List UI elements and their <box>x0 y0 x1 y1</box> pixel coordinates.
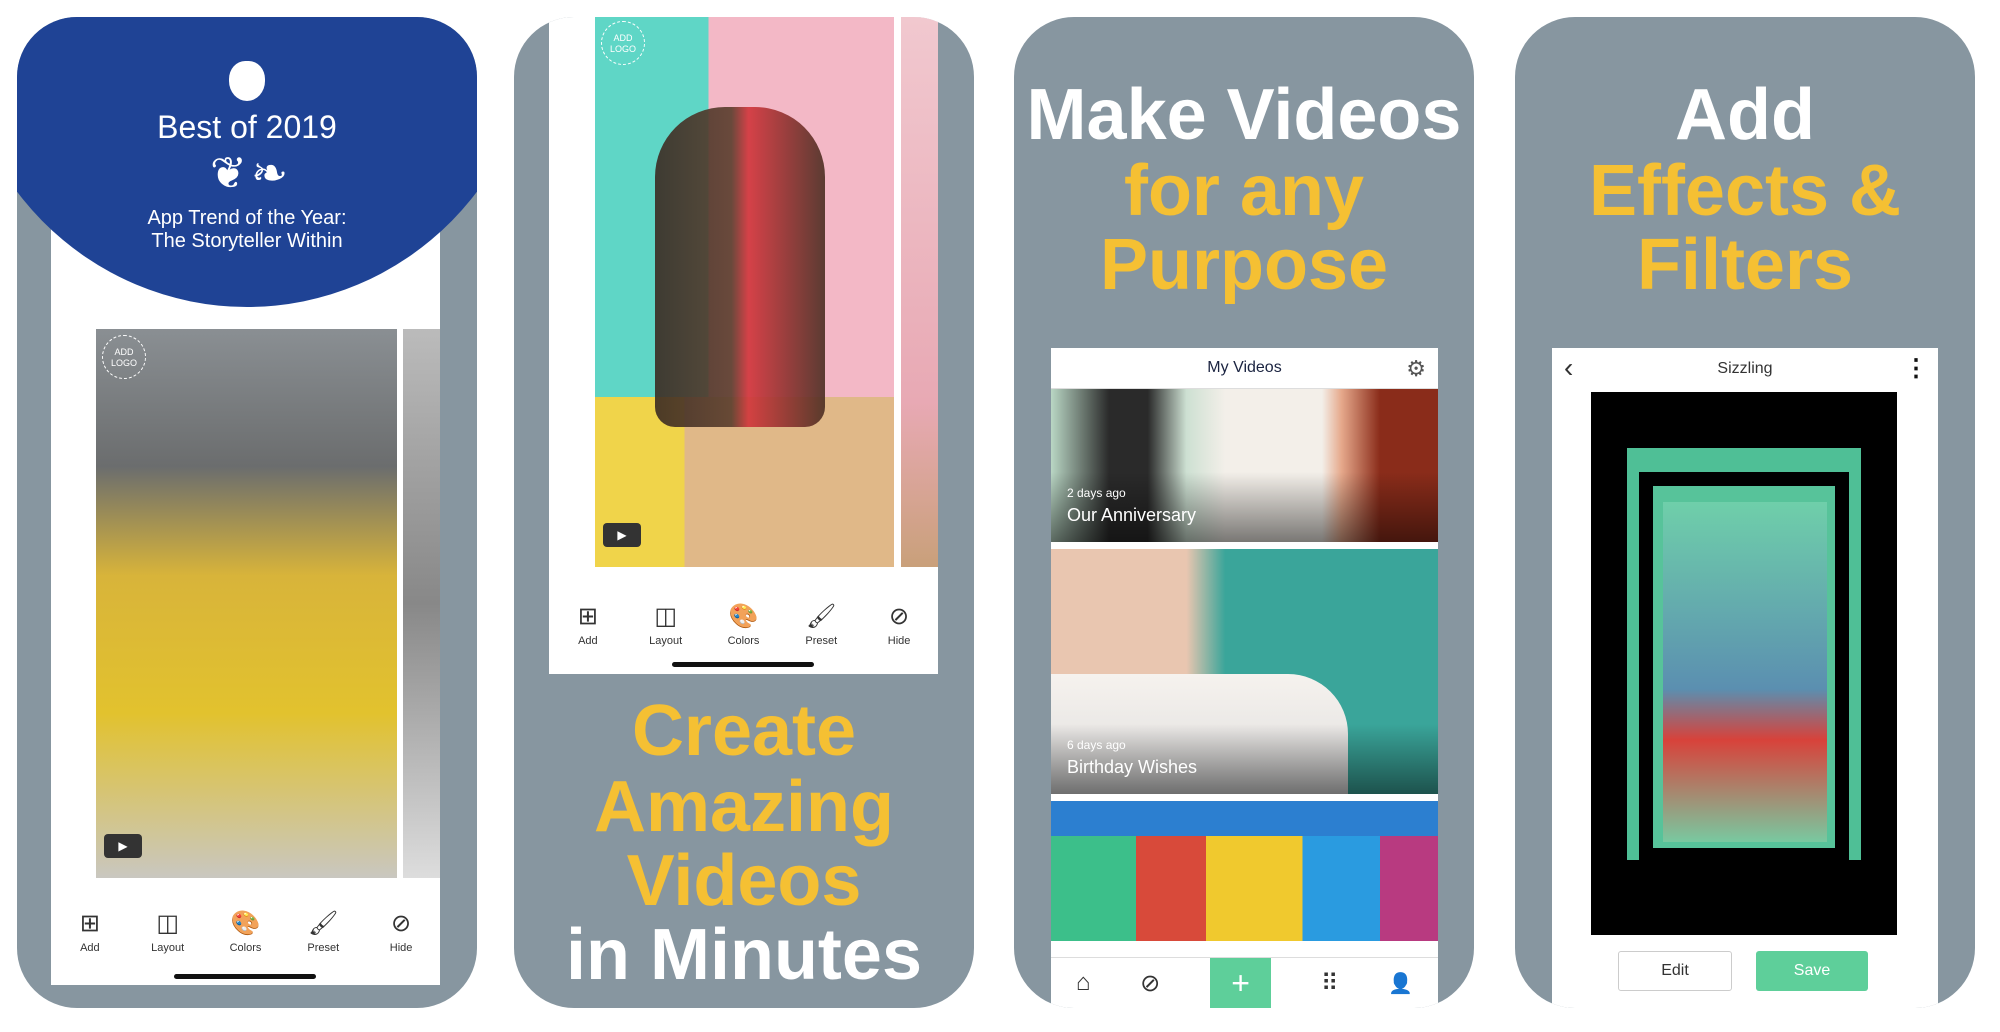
headline-line-3: Videos <box>626 841 862 921</box>
video-title: Our Anniversary <box>1067 505 1197 525</box>
toolbar-hide[interactable]: ⊘ Hide <box>371 910 431 954</box>
editor-toolbar: ⊞ Add ◫ Layout 🎨 Colors 🖌 Preset ⊘ Hide <box>549 603 938 647</box>
plus-icon[interactable]: + <box>1210 957 1272 1008</box>
screenshot-panel-award: ADD LOGO ▶ ⊞ Add ◫ Layout 🎨 Colors 🖌 Preset … <box>17 17 477 1008</box>
video-date: 6 days ago <box>1067 738 1126 752</box>
more-options-icon[interactable]: ⋮ <box>1904 354 1928 383</box>
palette-icon: 🎨 <box>230 910 261 937</box>
toolbar-add[interactable]: ⊞ Add <box>558 603 618 647</box>
toolbar-preset[interactable]: 🖌 Preset <box>293 910 353 954</box>
photo-subjects <box>655 107 825 427</box>
app-header: ‹ Sizzling ⋮ <box>1552 348 1938 389</box>
header-title: Sizzling <box>1717 359 1773 377</box>
toolbar-colors[interactable]: 🎨 Colors <box>713 603 773 647</box>
toolbar-label: Layout <box>649 635 683 647</box>
toolbar-label: Add <box>578 635 598 647</box>
grid-icon[interactable]: ⠿ <box>1321 969 1339 998</box>
tab-bar: ⌂ ⊘ + ⠿ 👤 <box>1051 957 1438 1008</box>
phone-screen: ADD LOGO ▶ ⊞ Add ◫ Layout 🎨 Colors 🖌 Preset … <box>549 17 938 674</box>
home-indicator <box>174 974 316 979</box>
header-title: My Videos <box>1207 359 1282 376</box>
headline-line-1: Add <box>1675 75 1815 155</box>
layout-icon: ◫ <box>654 603 678 630</box>
edit-button[interactable]: Edit <box>1618 951 1732 991</box>
add-icon: ⊞ <box>577 603 598 630</box>
headline-line-2: Effects & <box>1588 151 1902 231</box>
compass-icon[interactable]: ⊘ <box>1140 969 1160 998</box>
video-card[interactable] <box>1051 801 1438 941</box>
video-thumbnail[interactable]: ADD LOGO ▶ <box>595 17 894 567</box>
home-icon[interactable]: ⌂ <box>1076 969 1091 997</box>
headline-line-2: Amazing <box>593 767 895 847</box>
play-icon[interactable]: ▶ <box>104 834 142 858</box>
next-video-thumbnail[interactable] <box>901 17 938 567</box>
screenshot-panel-my-videos: Make Videos for any Purpose My Videos ⚙ … <box>1014 17 1474 1008</box>
toolbar-label: Colors <box>727 635 760 647</box>
phone-screen: ‹ Sizzling ⋮ Edit Save <box>1552 348 1938 1008</box>
toolbar-label: Add <box>80 942 100 954</box>
headline-line-3: Purpose <box>1099 225 1389 305</box>
add-icon: ⊞ <box>79 910 100 937</box>
video-thumbnail[interactable]: ADD LOGO ▶ <box>96 329 397 878</box>
play-icon[interactable]: ▶ <box>603 523 641 547</box>
apple-icon <box>229 61 265 101</box>
app-header: My Videos ⚙ <box>1051 348 1438 389</box>
phone-screen: ADD LOGO ▶ ⊞ Add ◫ Layout 🎨 Colors 🖌 Preset … <box>51 217 440 985</box>
palette-icon: 🎨 <box>728 603 759 630</box>
layout-icon: ◫ <box>156 910 180 937</box>
headline-line-1: Create <box>631 691 857 771</box>
photo-inner <box>1663 502 1827 842</box>
video-date: 2 days ago <box>1067 486 1126 500</box>
phone-screen: My Videos ⚙ 2 days ago Our Anniversary 6… <box>1051 348 1438 1008</box>
toolbar-label: Layout <box>151 942 185 954</box>
paint-roller-icon: 🖌 <box>806 603 837 630</box>
profile-icon[interactable]: 👤 <box>1388 971 1413 996</box>
add-logo-badge[interactable]: ADD LOGO <box>601 21 645 65</box>
toolbar-colors[interactable]: 🎨 Colors <box>215 910 275 954</box>
award-content: Best of 2019 ❦ ❧ App Trend of the Year: … <box>17 61 477 253</box>
gear-icon[interactable]: ⚙ <box>1406 356 1426 382</box>
toolbar-label: Preset <box>307 942 340 954</box>
video-card[interactable]: 2 days ago Our Anniversary <box>1051 389 1438 542</box>
add-logo-badge[interactable]: ADD LOGO <box>102 335 146 379</box>
toolbar-label: Preset <box>805 635 838 647</box>
headline-line-1: Make Videos <box>1026 75 1462 155</box>
eye-slash-icon: ⊘ <box>889 603 910 630</box>
screenshot-panel-effects: Add Effects & Filters ‹ Sizzling ⋮ Edit … <box>1515 17 1975 1008</box>
save-button[interactable]: Save <box>1756 951 1868 991</box>
award-subtitle-1: App Trend of the Year: <box>147 207 347 229</box>
headline-line-4: in Minutes <box>566 915 922 995</box>
headline-line-2: for any <box>1123 151 1365 231</box>
award-title: Best of 2019 <box>157 109 337 145</box>
effect-preview <box>1591 392 1897 935</box>
toolbar-label: Colors <box>229 942 262 954</box>
toolbar-layout[interactable]: ◫ Layout <box>636 603 696 647</box>
laurel-icon: ❦ ❧ <box>210 149 288 198</box>
screenshot-panel-create: ADD LOGO ▶ ⊞ Add ◫ Layout 🎨 Colors 🖌 Preset … <box>514 17 974 1008</box>
toolbar-label: Hide <box>389 942 413 954</box>
award-subtitle-2: The Storyteller Within <box>151 230 343 252</box>
editor-toolbar: ⊞ Add ◫ Layout 🎨 Colors 🖌 Preset ⊘ Hide <box>51 910 440 954</box>
toolbar-layout[interactable]: ◫ Layout <box>138 910 198 954</box>
toolbar-hide[interactable]: ⊘ Hide <box>869 603 929 647</box>
video-card[interactable]: 6 days ago Birthday Wishes <box>1051 549 1438 794</box>
video-title: Birthday Wishes <box>1067 757 1198 777</box>
next-video-thumbnail[interactable] <box>403 329 440 878</box>
toolbar-preset[interactable]: 🖌 Preset <box>791 603 851 647</box>
headline-line-3: Filters <box>1636 225 1854 305</box>
toolbar-label: Hide <box>887 635 911 647</box>
eye-slash-icon: ⊘ <box>391 910 412 937</box>
paint-roller-icon: 🖌 <box>308 910 339 937</box>
back-chevron-icon[interactable]: ‹ <box>1564 352 1573 384</box>
home-indicator <box>672 662 814 667</box>
toolbar-add[interactable]: ⊞ Add <box>60 910 120 954</box>
